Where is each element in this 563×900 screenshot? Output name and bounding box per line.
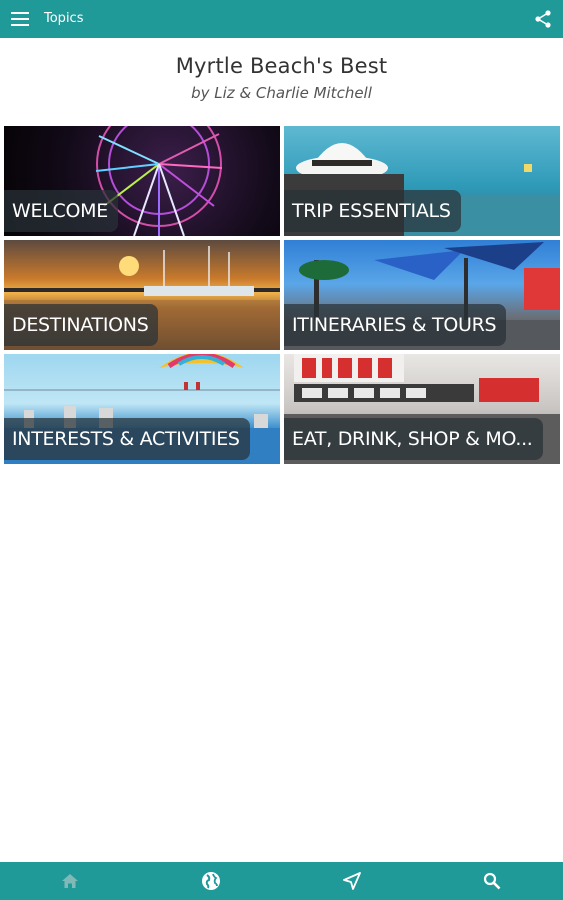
nav-globe[interactable] bbox=[199, 869, 223, 893]
app-bar: Topics bbox=[0, 0, 563, 38]
nav-navigation[interactable] bbox=[340, 869, 364, 893]
bottom-nav bbox=[0, 862, 563, 900]
globe-icon bbox=[202, 872, 220, 890]
search-icon bbox=[483, 872, 501, 890]
nav-search[interactable] bbox=[480, 869, 504, 893]
menu-icon bbox=[11, 12, 29, 26]
tile-label: WELCOME bbox=[4, 190, 118, 232]
menu-button[interactable] bbox=[8, 7, 32, 31]
tile-label: INTERESTS & ACTIVITIES bbox=[4, 418, 250, 460]
tile-label: EAT, DRINK, SHOP & MO... bbox=[284, 418, 543, 460]
nav-home[interactable] bbox=[58, 869, 82, 893]
book-title: Myrtle Beach's Best bbox=[175, 54, 388, 78]
tile-destinations[interactable]: DESTINATIONS bbox=[4, 240, 280, 350]
tile-itineraries[interactable]: ITINERARIES & TOURS bbox=[284, 240, 560, 350]
tile-eat-drink-shop[interactable]: EAT, DRINK, SHOP & MO... bbox=[284, 354, 560, 464]
book-header: Myrtle Beach's Best by Liz & Charlie Mit… bbox=[0, 54, 563, 102]
share-button[interactable] bbox=[531, 7, 555, 31]
tile-trip-essentials[interactable]: TRIP ESSENTIALS bbox=[284, 126, 560, 236]
tile-label: ITINERARIES & TOURS bbox=[284, 304, 507, 346]
tile-welcome[interactable]: WELCOME bbox=[4, 126, 280, 236]
book-author: by Liz & Charlie Mitchell bbox=[191, 84, 372, 102]
tile-label: TRIP ESSENTIALS bbox=[284, 190, 461, 232]
share-icon bbox=[535, 10, 551, 28]
tile-label: DESTINATIONS bbox=[4, 304, 159, 346]
tile-interests[interactable]: INTERESTS & ACTIVITIES bbox=[4, 354, 280, 464]
app-title: Topics bbox=[44, 11, 84, 26]
home-icon bbox=[62, 874, 78, 888]
navigation-icon bbox=[343, 872, 361, 890]
